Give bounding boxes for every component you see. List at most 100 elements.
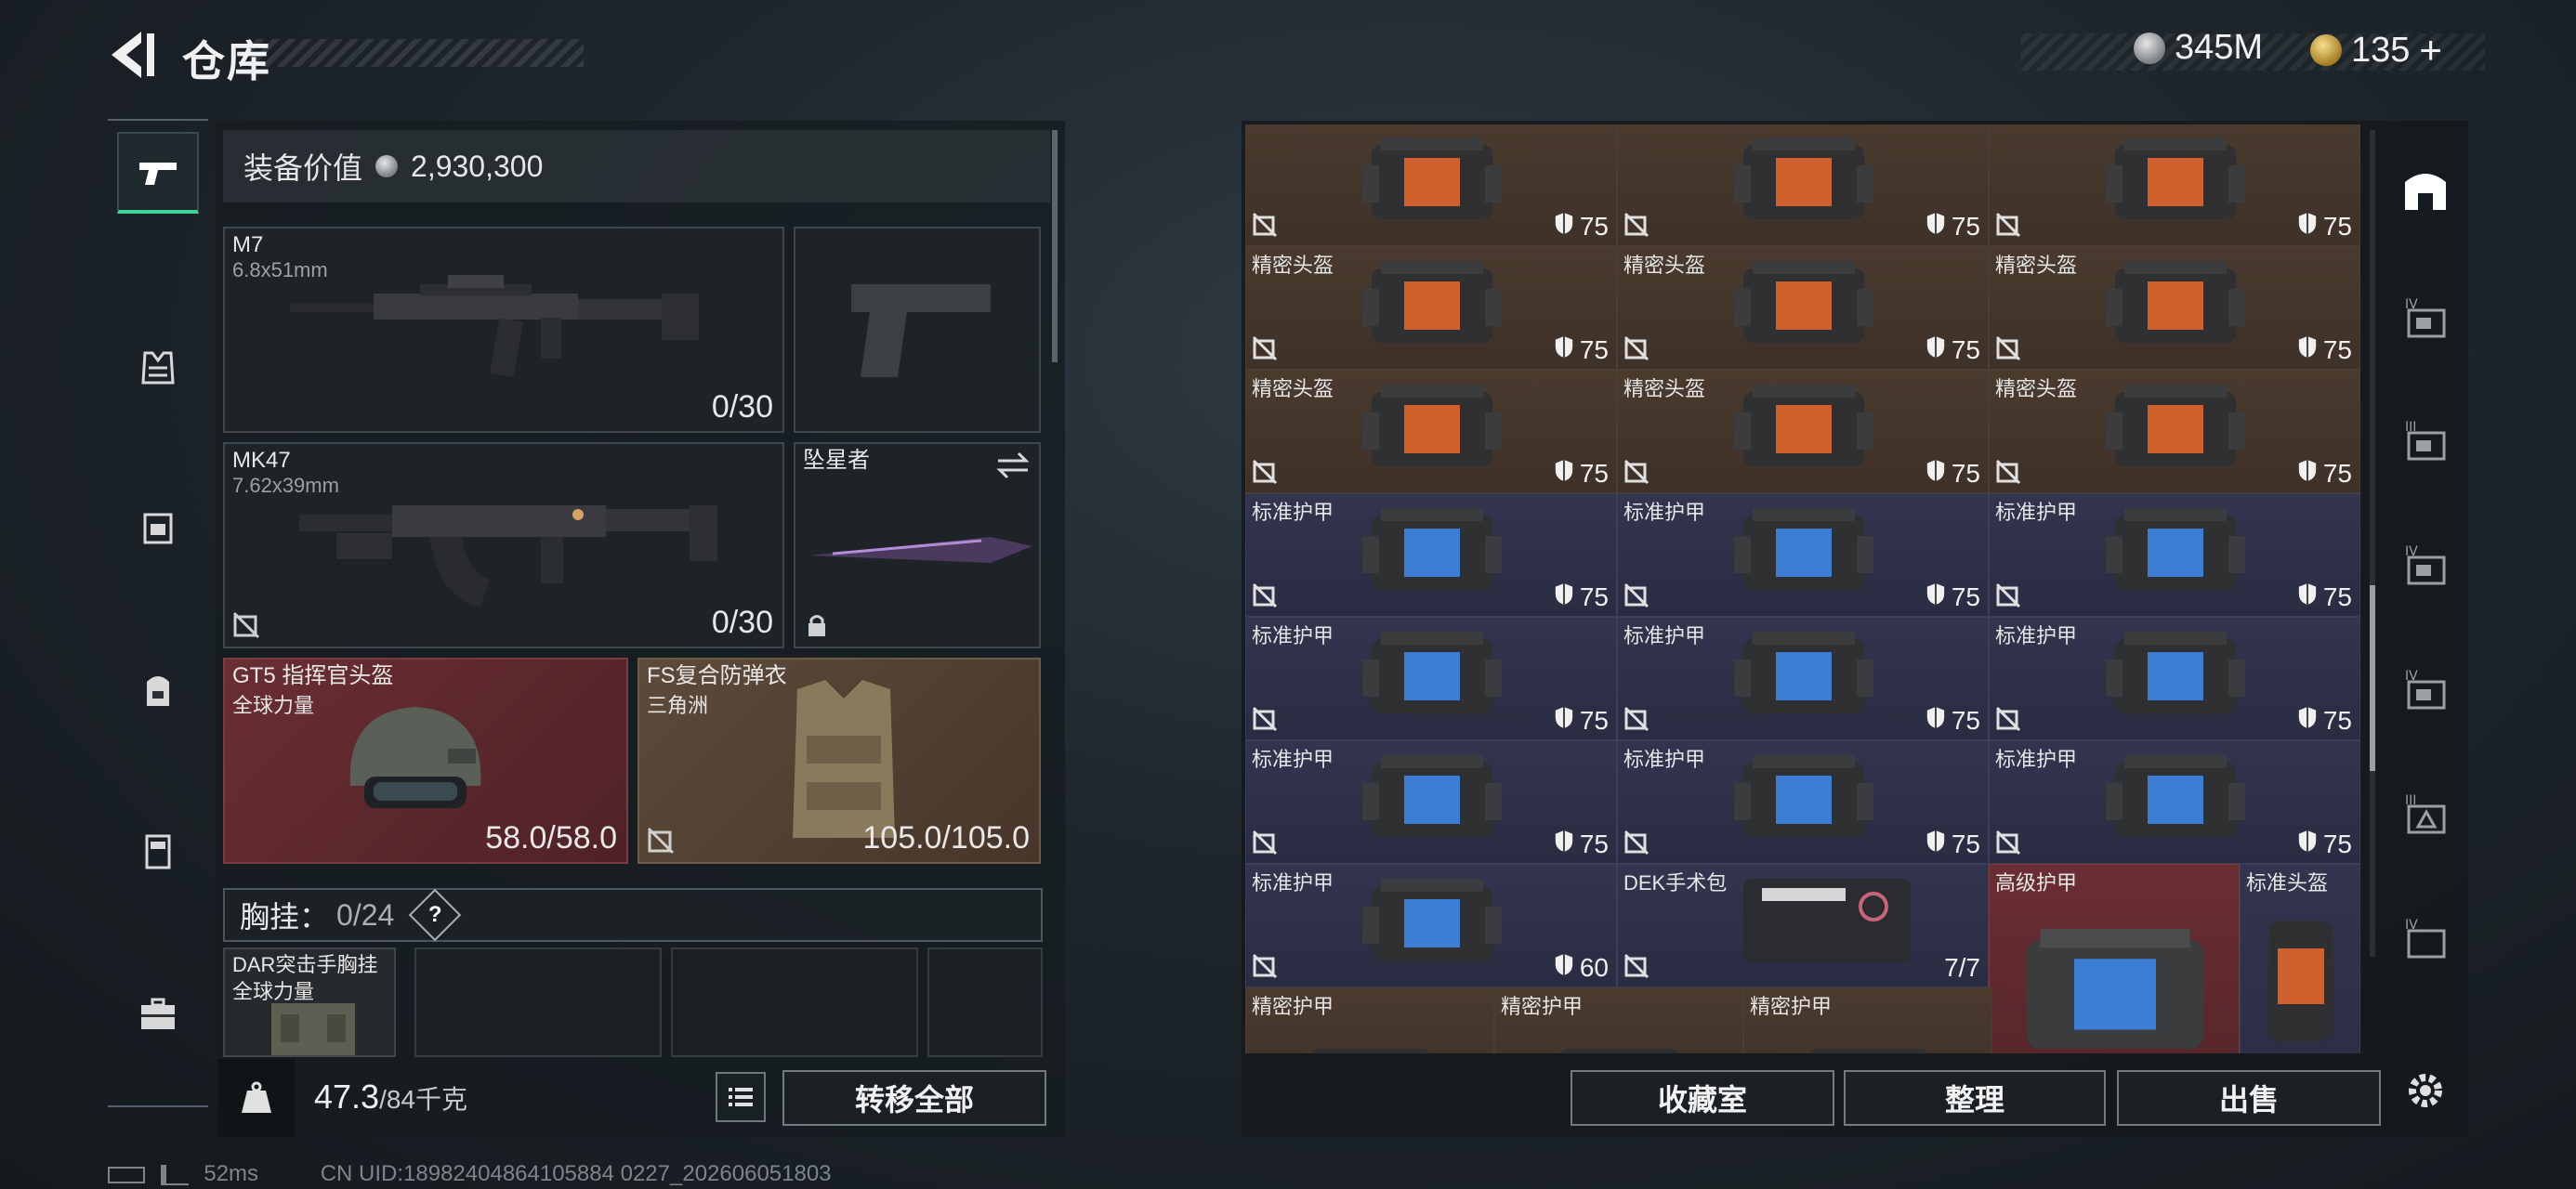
back-button[interactable] xyxy=(104,26,160,84)
back-arrow-icon xyxy=(112,32,154,78)
durability: 75 xyxy=(1554,334,1609,365)
tab-armor[interactable] xyxy=(117,327,199,409)
tab-rig[interactable] xyxy=(117,487,199,568)
armor-item[interactable]: 标准护甲 75 xyxy=(1617,493,1989,617)
pistol-slot[interactable] xyxy=(794,227,1041,433)
tab-helmet-iv[interactable]: IV xyxy=(2385,524,2466,606)
tab-armor-iii[interactable]: III xyxy=(2385,399,2466,481)
body-armor-slot[interactable]: FS复合防弹衣 三角洲 105.0/105.0 xyxy=(637,658,1041,864)
item-durability: 75 xyxy=(1951,705,1980,735)
item-image xyxy=(1362,622,1502,729)
rig-tier-icon: IV xyxy=(2405,669,2446,710)
armor-item[interactable]: 精密护甲 xyxy=(1494,987,1743,1053)
loadout-scrollbar[interactable] xyxy=(1052,130,1058,362)
armor-item[interactable]: 标准护甲 75 xyxy=(1617,740,1989,864)
ping-readout: 52ms xyxy=(204,1161,259,1186)
armor-item[interactable]: 标准护甲 75 xyxy=(1245,493,1617,617)
no-insure-icon xyxy=(1995,830,2021,856)
signal-icon xyxy=(160,1164,189,1185)
shield-icon xyxy=(2297,705,2318,736)
armor-item[interactable]: 精密护甲 xyxy=(1743,987,1992,1053)
helmet-item[interactable]: 精密头盔 75 xyxy=(1245,370,1617,493)
helmet-item[interactable]: 精密头盔 75 xyxy=(1617,370,1989,493)
melee-slot[interactable]: 坠星者 xyxy=(794,442,1041,648)
secondary-weapon-slot[interactable]: MK47 7.62x39mm 0/30 xyxy=(223,442,784,648)
armor-item[interactable]: 精密护甲 xyxy=(1245,987,1494,1053)
armor-item[interactable]: 标准护甲 75 xyxy=(1245,740,1617,864)
no-insure-icon xyxy=(1252,459,1278,485)
primary-weapon-slot[interactable]: M7 6.8x51mm 0/30 xyxy=(223,227,784,433)
armor-item[interactable]: 标准护甲 75 xyxy=(1989,740,2360,864)
pocket-slot[interactable] xyxy=(414,947,662,1057)
list-icon xyxy=(729,1088,753,1106)
tab-pouch[interactable] xyxy=(117,810,199,892)
rifle-image xyxy=(299,505,717,608)
tab-backpack[interactable] xyxy=(117,648,199,730)
tab-medical[interactable]: III xyxy=(2385,773,2466,855)
item-durability: 75 xyxy=(2322,334,2352,364)
item-image xyxy=(1734,746,1873,853)
list-view-button[interactable] xyxy=(716,1072,766,1122)
ammo-count: 0/30 xyxy=(711,389,773,425)
pocket-slot[interactable] xyxy=(671,947,918,1057)
armor-item[interactable]: 标准护甲 75 xyxy=(1989,617,2360,740)
transfer-all-button[interactable]: 转移全部 xyxy=(782,1070,1046,1126)
helmet-item[interactable]: 精密头盔 75 xyxy=(1989,370,2360,493)
helmet-item[interactable]: 75 xyxy=(1617,124,1989,246)
helmet-item[interactable]: 75 xyxy=(1989,124,2360,246)
armor-item[interactable]: 高级护甲 xyxy=(1989,864,2240,1053)
tab-all[interactable] xyxy=(2385,149,2466,230)
no-insure-icon xyxy=(1623,953,1649,979)
armor-item[interactable]: 标准护甲 75 xyxy=(1245,617,1617,740)
helmet-item[interactable]: 精密头盔 75 xyxy=(1245,246,1617,370)
no-insure-icon xyxy=(1623,706,1649,732)
pocket-slot[interactable] xyxy=(927,947,1043,1057)
collection-room-button[interactable]: 收藏室 xyxy=(1571,1070,1834,1126)
helmet-item[interactable]: 75 xyxy=(1245,124,1617,246)
tab-weapons[interactable] xyxy=(117,132,199,214)
shield-icon xyxy=(1554,458,1574,489)
item-name: 标准护甲 xyxy=(1252,748,1334,771)
armor-item[interactable]: 标准护甲 60 xyxy=(1245,864,1617,987)
settings-button[interactable] xyxy=(2385,1050,2466,1131)
gold-amount: 135 xyxy=(2351,30,2411,70)
sort-button[interactable]: 整理 xyxy=(1844,1070,2106,1126)
weight-max: /84 xyxy=(379,1085,416,1114)
item-durability: 75 xyxy=(1951,211,1980,241)
durability: 75 xyxy=(2297,829,2352,859)
tab-armor-iv[interactable]: IV xyxy=(2385,277,2466,359)
armor-name: FS复合防弹衣 xyxy=(647,663,787,688)
helmet-slot[interactable]: GT5 指挥官头盔 全球力量 58.0/58.0 xyxy=(223,658,628,864)
item-count: 7/7 xyxy=(1944,953,1980,982)
tab-case[interactable] xyxy=(117,973,199,1055)
tab-misc-iv[interactable]: IV xyxy=(2385,897,2466,979)
stash-scrollbar[interactable] xyxy=(2370,130,2375,957)
item-name: 标准护甲 xyxy=(1623,624,1706,647)
helmet-item[interactable]: 精密头盔 75 xyxy=(1989,246,2360,370)
chest-rig-slot[interactable]: DAR突击手胸挂 全球力量 xyxy=(223,947,396,1057)
tab-rig-iv[interactable]: IV xyxy=(2385,648,2466,730)
add-gold-button[interactable]: + xyxy=(2419,28,2442,72)
backpack-icon xyxy=(147,676,169,706)
durability: 75 xyxy=(1925,581,1980,612)
no-insure-icon xyxy=(1995,335,2021,361)
help-button[interactable]: ? xyxy=(409,888,462,942)
item-image xyxy=(2106,746,2245,853)
weight-unit: 千克 xyxy=(415,1085,468,1114)
item-name: 标准护甲 xyxy=(1995,501,2078,524)
shield-icon xyxy=(1554,334,1574,365)
gold-currency[interactable]: 135 + xyxy=(2310,28,2442,72)
no-insure-icon xyxy=(1623,582,1649,608)
item-durability: 75 xyxy=(2322,705,2352,735)
armor-item[interactable]: 标准护甲 75 xyxy=(1989,493,2360,617)
stash-scrollbar-thumb[interactable] xyxy=(2370,585,2375,771)
armor-item[interactable]: 标准护甲 75 xyxy=(1617,617,1989,740)
lock-icon xyxy=(808,615,825,636)
helmet-item[interactable]: 标准头盔 xyxy=(2240,864,2360,1053)
helmet-item[interactable]: 精密头盔 75 xyxy=(1617,246,1989,370)
sell-button[interactable]: 出售 xyxy=(2117,1070,2381,1126)
swap-icon[interactable] xyxy=(994,450,1032,481)
durability: 60 xyxy=(1554,952,1609,983)
durability: 75 xyxy=(1554,458,1609,489)
medkit-item[interactable]: DEK手术包 7/7 xyxy=(1617,864,1989,987)
